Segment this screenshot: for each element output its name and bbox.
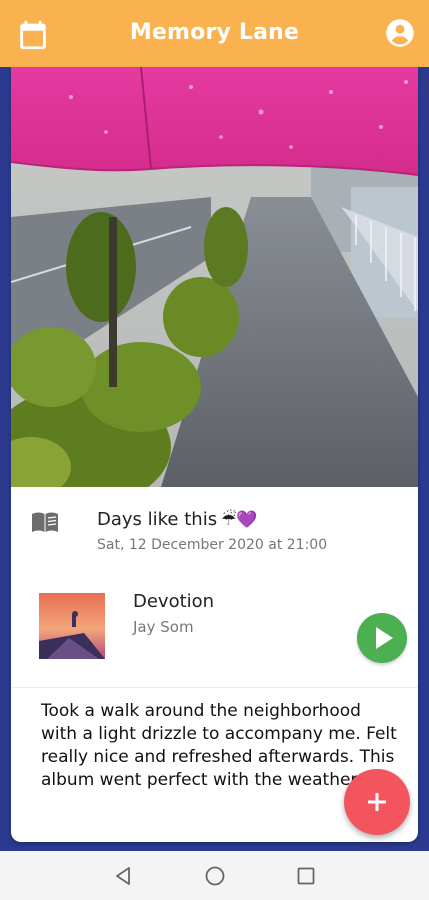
song-artist: Jay Som [133, 618, 194, 636]
add-icon [368, 793, 386, 811]
memory-card[interactable]: Days like this ☔💜 Sat, 12 December 2020 a… [11, 67, 418, 842]
play-icon [376, 627, 393, 649]
add-entry-button[interactable] [344, 769, 410, 835]
entry-date: Sat, 12 December 2020 at 21:00 [97, 537, 328, 553]
account-icon[interactable] [385, 18, 415, 48]
recents-icon[interactable] [294, 864, 318, 888]
entry-header: Days like this ☔💜 Sat, 12 December 2020 a… [11, 487, 418, 573]
entry-title: Days like this ☔💜 [97, 509, 258, 530]
song-row[interactable]: Devotion Jay Som [11, 573, 418, 688]
back-icon[interactable] [112, 864, 136, 888]
entry-photo [11, 67, 418, 507]
play-button[interactable] [357, 613, 407, 663]
book-icon [31, 511, 59, 533]
app-bar: Memory Lane [0, 0, 429, 67]
system-nav-bar [0, 851, 429, 900]
entry-title-emoji: ☔💜 [221, 510, 258, 530]
song-title: Devotion [133, 591, 215, 612]
app-title: Memory Lane [129, 20, 300, 45]
entry-title-text: Days like this [97, 509, 218, 530]
home-icon[interactable] [203, 864, 227, 888]
album-art [39, 593, 105, 659]
